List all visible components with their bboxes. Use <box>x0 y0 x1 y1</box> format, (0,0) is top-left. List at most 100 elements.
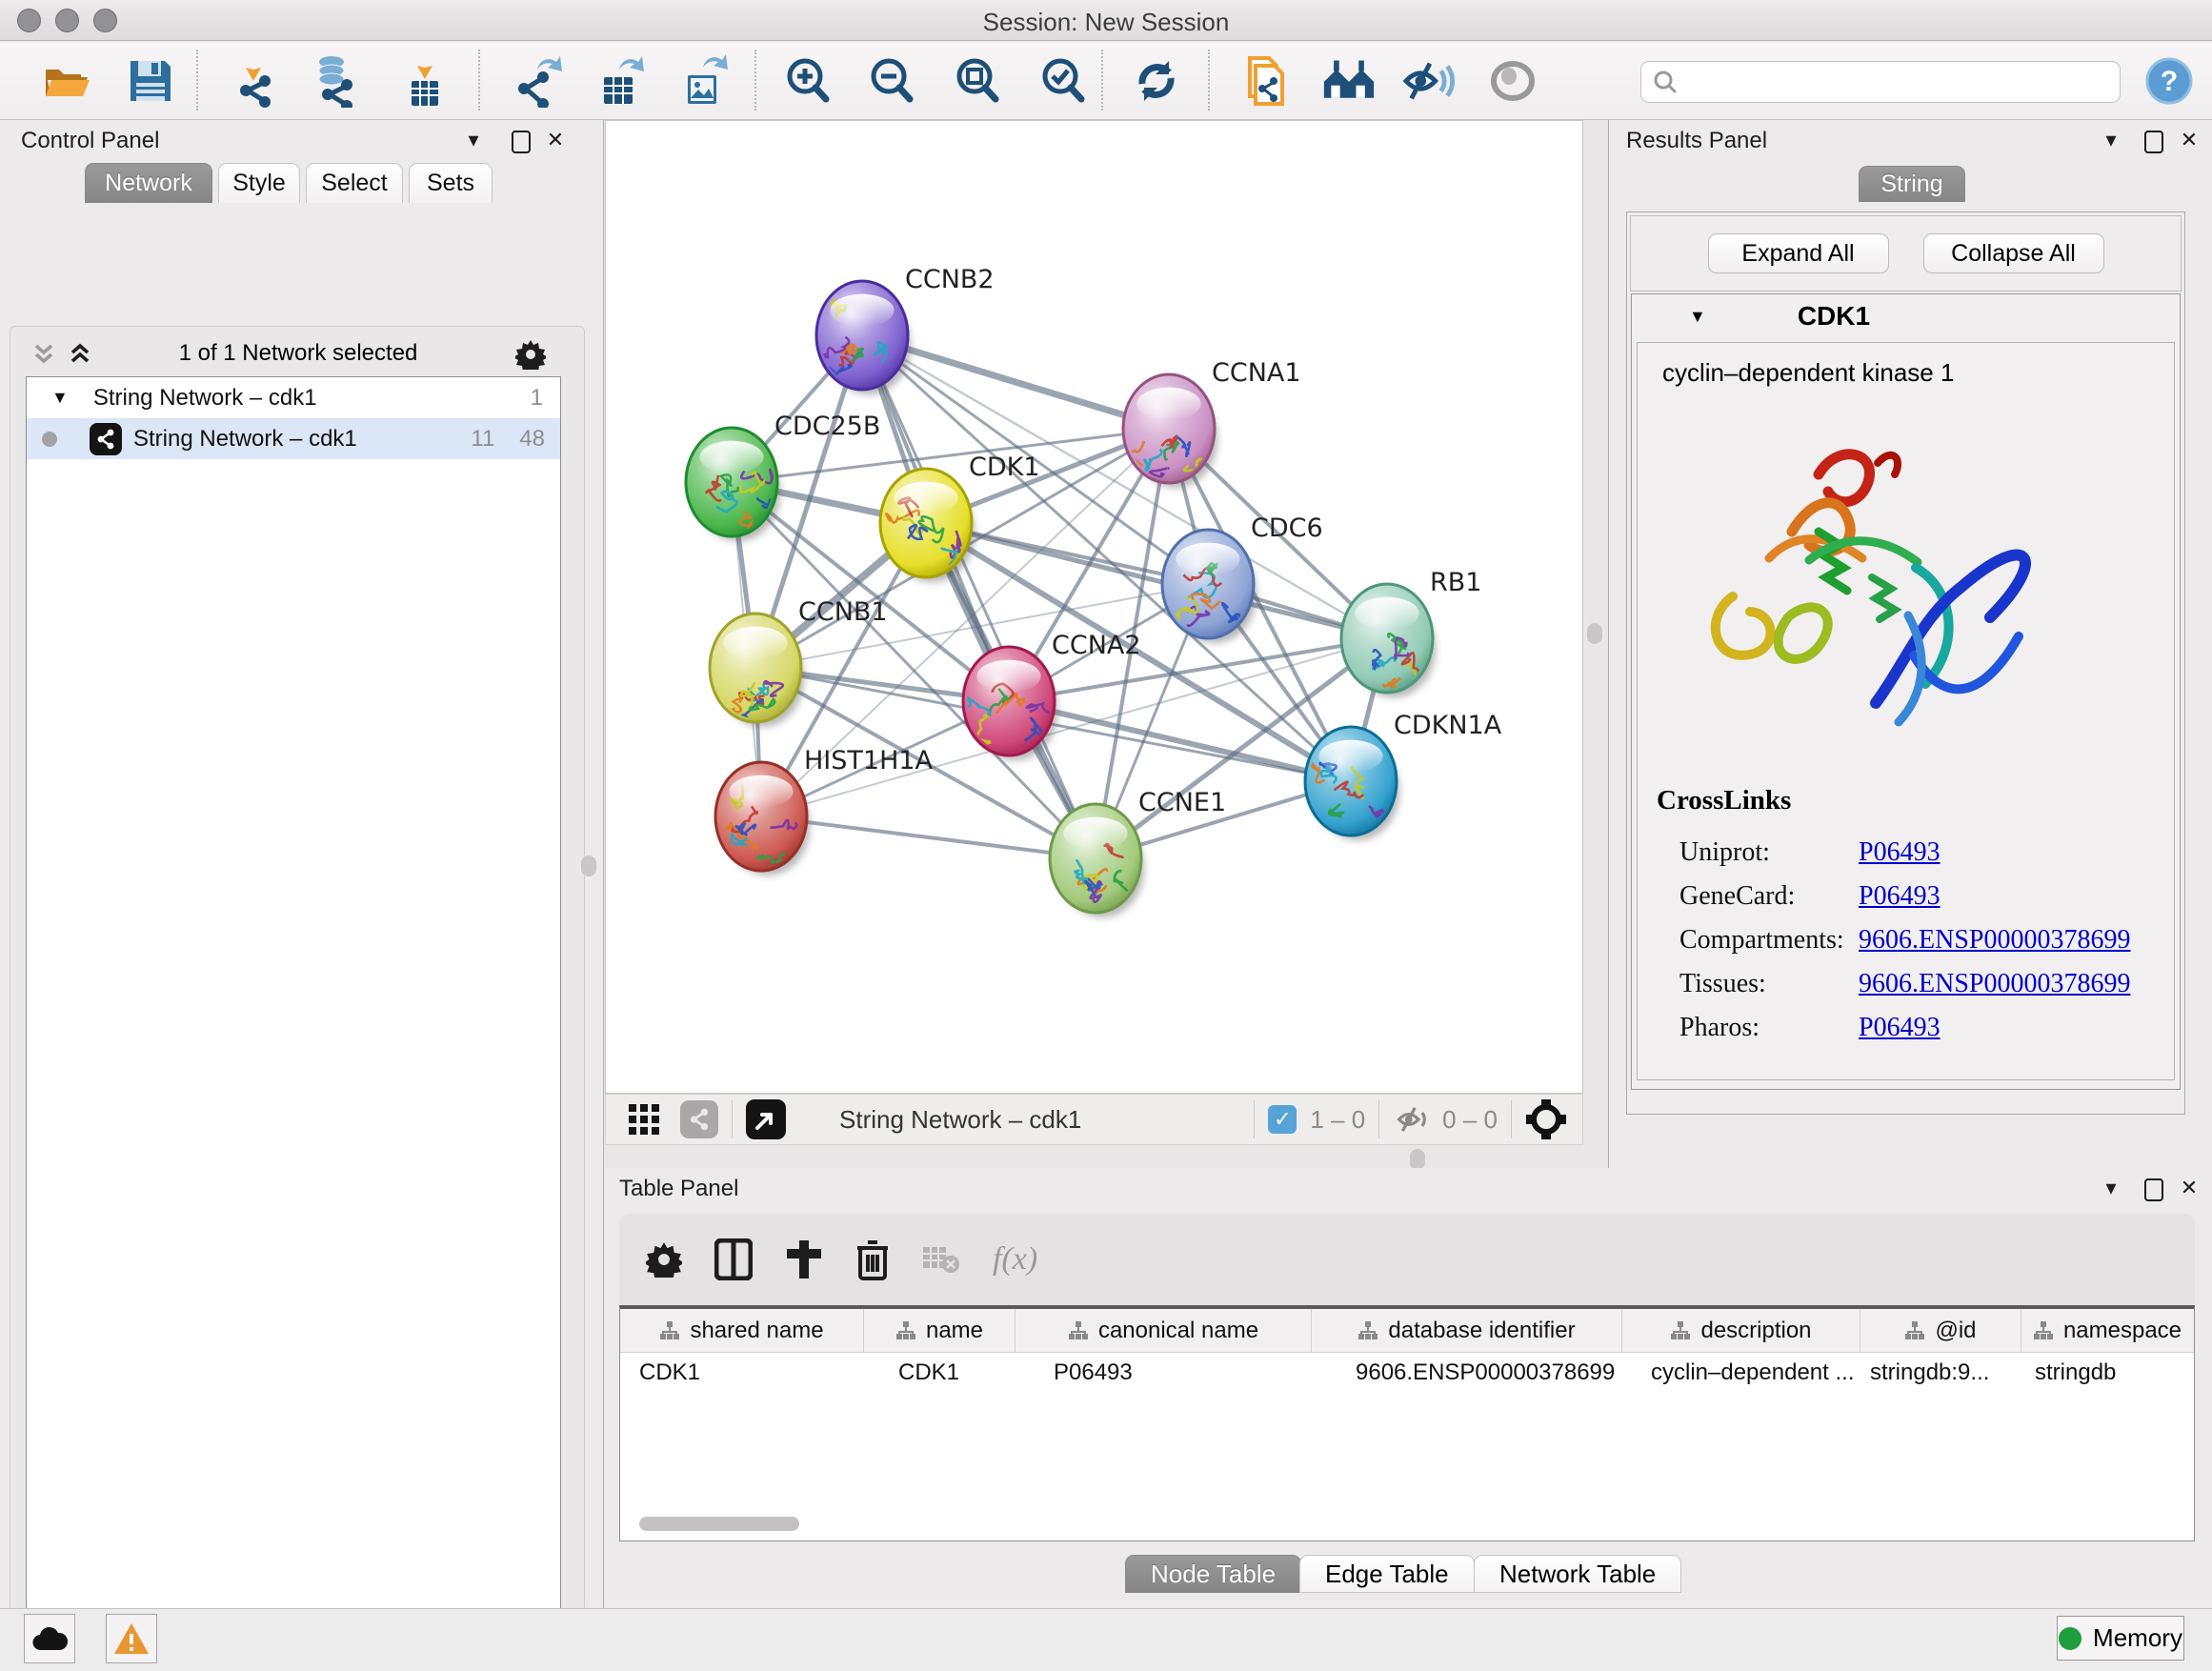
column-header-canonical-name[interactable]: canonical name <box>1016 1309 1312 1352</box>
export-network-button[interactable] <box>513 54 566 108</box>
birds-eye-view-button[interactable] <box>746 1099 786 1139</box>
zoom-out-button[interactable] <box>865 54 918 108</box>
collapse-all-button[interactable]: Collapse All <box>1923 233 2104 273</box>
tissues-link[interactable]: 9606.ENSP00000378699 <box>1859 969 2130 999</box>
show-columns-icon[interactable] <box>714 1238 753 1280</box>
toolbar-separator <box>754 50 756 111</box>
help-button[interactable]: ? <box>2145 57 2193 110</box>
function-builder-button[interactable]: f(x) <box>993 1241 1037 1278</box>
table-row[interactable]: CDK1 CDK1 P06493 9606.ENSP00000378699 cy… <box>620 1353 2194 1393</box>
control-panel-float-button[interactable] <box>512 131 531 153</box>
network-tree-root-row[interactable]: ▼ String Network – cdk1 1 <box>27 377 560 418</box>
copy-style-button[interactable] <box>1238 54 1292 108</box>
column-header-id[interactable]: @id <box>1860 1309 2021 1352</box>
genecard-link[interactable]: P06493 <box>1859 881 1941 912</box>
tab-network[interactable]: Network <box>85 163 212 203</box>
canvas-splitter-handle[interactable] <box>1587 623 1602 644</box>
control-panel-close-button[interactable]: ✕ <box>543 128 568 152</box>
zoom-in-button[interactable] <box>781 54 835 108</box>
compartments-link[interactable]: 9606.ENSP00000378699 <box>1859 925 2130 956</box>
import-network-file-button[interactable] <box>229 54 282 108</box>
protein-node-CDC25B[interactable] <box>686 428 780 541</box>
cloud-status-button[interactable] <box>24 1614 75 1663</box>
selected-indicator-checkbox[interactable]: ✓ <box>1268 1105 1297 1134</box>
import-table-file-button[interactable] <box>398 54 452 108</box>
pharos-link[interactable]: P06493 <box>1859 1013 1941 1043</box>
table-panel-float-button[interactable] <box>2144 1178 2163 1201</box>
column-header-name[interactable]: name <box>864 1309 1016 1352</box>
table-panel-close-button[interactable]: ✕ <box>2177 1176 2202 1200</box>
export-table-button[interactable] <box>594 54 648 108</box>
control-panel-menu-button[interactable]: ▾ <box>461 128 486 152</box>
warnings-button[interactable] <box>106 1614 157 1663</box>
column-header-description[interactable]: description <box>1622 1309 1860 1352</box>
network-tree-row-selected[interactable]: String Network – cdk1 11 48 <box>27 418 560 459</box>
results-panel-float-button[interactable] <box>2144 131 2163 153</box>
protein-node-CCNA1[interactable] <box>1123 374 1217 488</box>
tab-network-table[interactable]: Network Table <box>1474 1555 1681 1593</box>
node-label-CCNA1: CCNA1 <box>1212 358 1301 388</box>
network-graph[interactable]: CCNB2CCNA1CDC25BCDK1CDC6RB1CCNB1CCNA2CDK… <box>606 121 1582 1093</box>
tree-expand-arrow-icon[interactable]: ▼ <box>51 388 69 408</box>
protein-node-CDC6[interactable] <box>1162 530 1257 643</box>
network-canvas[interactable]: CCNB2CCNA1CDC25BCDK1CDC6RB1CCNB1CCNA2CDK… <box>605 120 1583 1094</box>
open-session-button[interactable] <box>40 54 93 108</box>
hide-selected-button[interactable] <box>1402 54 1456 108</box>
protein-node-CCNB1[interactable] <box>710 614 804 733</box>
import-table-icon <box>398 54 452 108</box>
results-panel-close-button[interactable]: ✕ <box>2177 128 2202 152</box>
export-table-icon <box>594 54 648 108</box>
protein-node-CCNA2[interactable] <box>957 647 1064 760</box>
tab-string[interactable]: String <box>1859 166 1965 202</box>
documents-icon <box>1238 54 1292 108</box>
section-collapse-arrow-icon[interactable]: ▼ <box>1689 307 1706 327</box>
refresh-button[interactable] <box>1130 54 1183 108</box>
results-panel-menu-button[interactable]: ▾ <box>2099 128 2123 152</box>
protein-node-HIST1H1A[interactable] <box>715 762 810 876</box>
tab-edge-table[interactable]: Edge Table <box>1299 1555 1475 1593</box>
network-options-gear-icon[interactable] <box>515 339 546 370</box>
horizontal-scrollbar-thumb[interactable] <box>639 1517 799 1531</box>
window-title: Session: New Session <box>0 8 2212 37</box>
pan-crosshair-icon[interactable] <box>1525 1098 1567 1140</box>
column-header-shared-name[interactable]: shared name <box>620 1309 864 1352</box>
protein-node-CCNB2[interactable] <box>816 281 911 394</box>
show-graphics-details-button[interactable] <box>1486 54 1539 108</box>
table-toolbar: f(x) <box>619 1214 2195 1305</box>
search-input[interactable] <box>1678 69 2097 95</box>
delete-column-icon[interactable] <box>855 1238 890 1280</box>
protein-node-CDK1[interactable] <box>880 469 975 582</box>
import-network-database-button[interactable] <box>307 54 360 108</box>
section-title: CDK1 <box>1798 301 1870 332</box>
show-all-button[interactable] <box>1322 54 1376 108</box>
protein-node-CCNE1[interactable] <box>1050 804 1144 917</box>
zoom-selected-button[interactable] <box>1036 54 1090 108</box>
tab-sets[interactable]: Sets <box>409 163 493 203</box>
string-view-icon[interactable] <box>680 1100 718 1138</box>
tab-node-table[interactable]: Node Table <box>1125 1555 1301 1593</box>
expand-all-button[interactable]: Expand All <box>1708 233 1889 273</box>
table-panel-menu-button[interactable]: ▾ <box>2099 1176 2123 1200</box>
memory-button[interactable]: Memory <box>2057 1616 2184 1661</box>
grid-view-icon[interactable] <box>627 1102 661 1137</box>
column-header-namespace[interactable]: namespace <box>2021 1309 2193 1352</box>
edge-count: 48 <box>519 426 545 453</box>
hidden-eye-slash-icon[interactable] <box>1393 1104 1431 1135</box>
tab-style[interactable]: Style <box>218 163 300 203</box>
uniprot-link[interactable]: P06493 <box>1859 837 1941 868</box>
protein-node-RB1[interactable] <box>1341 584 1436 697</box>
table-options-gear-icon[interactable] <box>646 1241 682 1278</box>
node-label-CCNA2: CCNA2 <box>1052 631 1141 660</box>
tab-select[interactable]: Select <box>306 163 403 203</box>
add-column-icon[interactable] <box>785 1238 823 1280</box>
panel-splitter-handle[interactable] <box>581 856 596 876</box>
horizontal-splitter-handle[interactable] <box>1410 1149 1425 1170</box>
crosslink-row: Pharos:P06493 <box>1679 1006 2156 1050</box>
export-image-button[interactable] <box>678 54 732 108</box>
toolbar-separator <box>1511 1100 1512 1138</box>
column-header-database-identifier[interactable]: database identifier <box>1312 1309 1622 1352</box>
zoom-fit-button[interactable] <box>951 54 1004 108</box>
search-icon <box>1653 70 1678 94</box>
save-session-button[interactable] <box>124 54 177 108</box>
protein-node-CDKN1A[interactable] <box>1305 727 1399 840</box>
